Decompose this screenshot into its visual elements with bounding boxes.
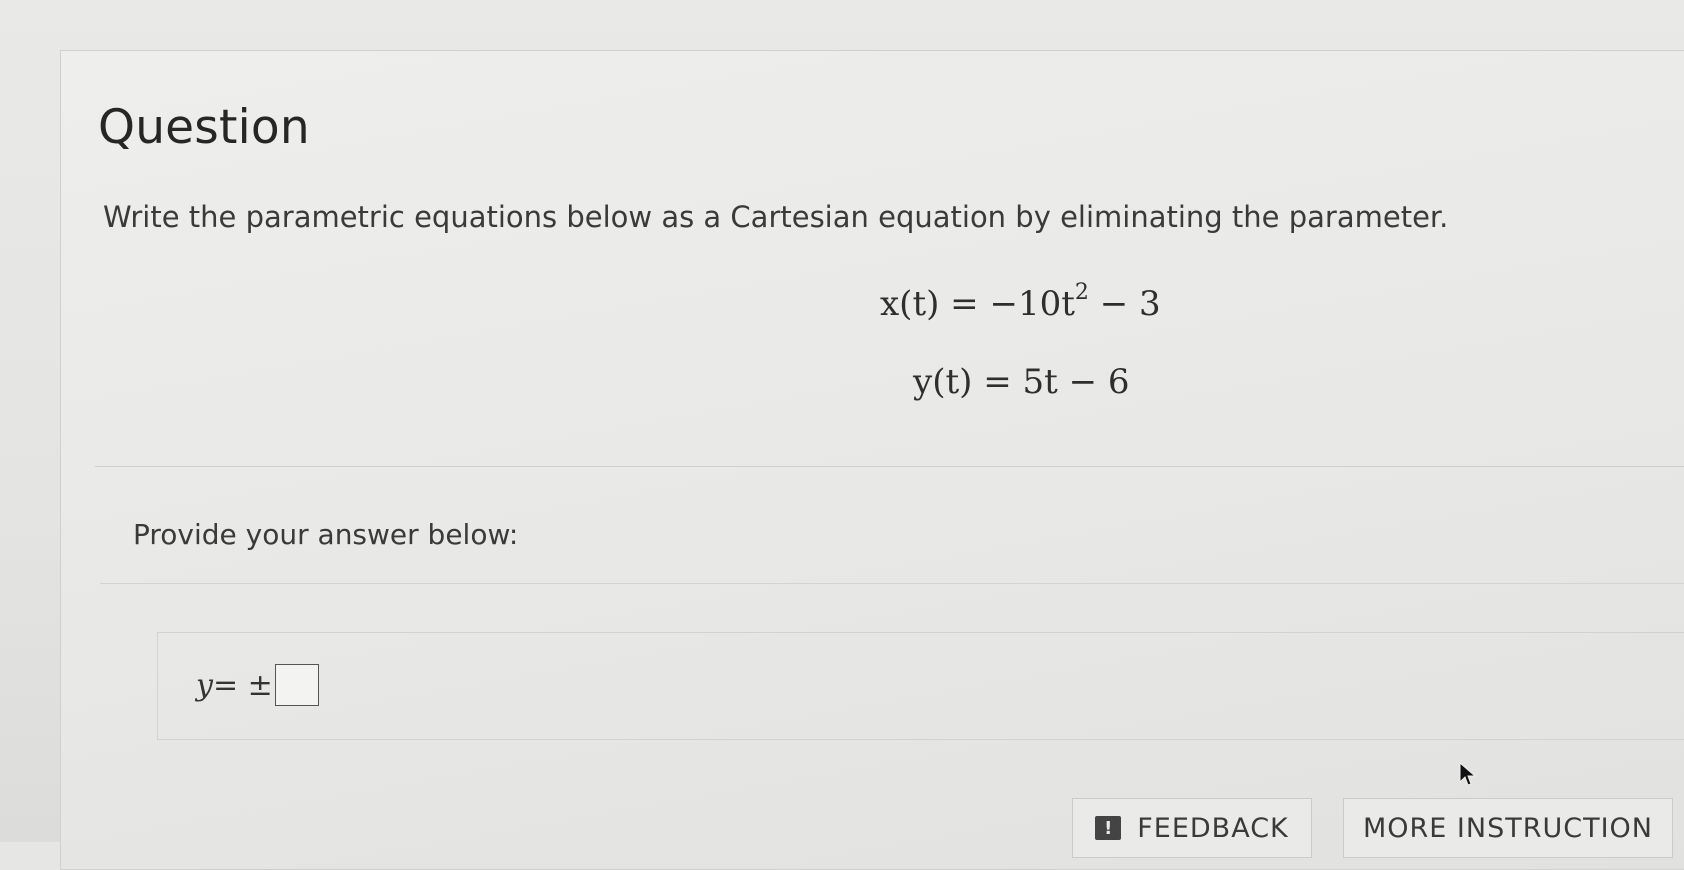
answer-label: Provide your answer below:	[133, 518, 519, 551]
question-title: Question	[98, 100, 310, 155]
feedback-button[interactable]: ! FEEDBACK	[1072, 798, 1312, 858]
more-instruction-button[interactable]: MORE INSTRUCTION	[1343, 798, 1673, 858]
equation-y: y(t) = 5t − 6	[913, 362, 1130, 402]
equation-x: x(t) = −10t2 − 3	[880, 280, 1161, 324]
more-instruction-label: MORE INSTRUCTION	[1362, 812, 1654, 844]
equation-x-lhs: x(t) = −10t	[880, 284, 1075, 324]
answer-divider	[100, 583, 1684, 584]
answer-operator: = ±	[212, 667, 273, 703]
answer-expression: y = ±	[196, 664, 319, 706]
section-divider	[95, 466, 1684, 467]
answer-input[interactable]	[274, 664, 319, 706]
answer-lhs-variable: y	[196, 667, 213, 703]
feedback-button-label: FEEDBACK	[1137, 812, 1289, 844]
feedback-icon: !	[1095, 816, 1122, 840]
answer-container	[157, 632, 1684, 740]
question-prompt: Write the parametric equations below as …	[103, 200, 1449, 234]
equation-x-rhs: − 3	[1088, 284, 1161, 324]
mouse-cursor-icon	[1459, 762, 1476, 786]
question-card	[60, 50, 1684, 870]
equation-x-exponent: 2	[1074, 280, 1089, 305]
page-background: Question Write the parametric equations …	[0, 0, 1684, 870]
